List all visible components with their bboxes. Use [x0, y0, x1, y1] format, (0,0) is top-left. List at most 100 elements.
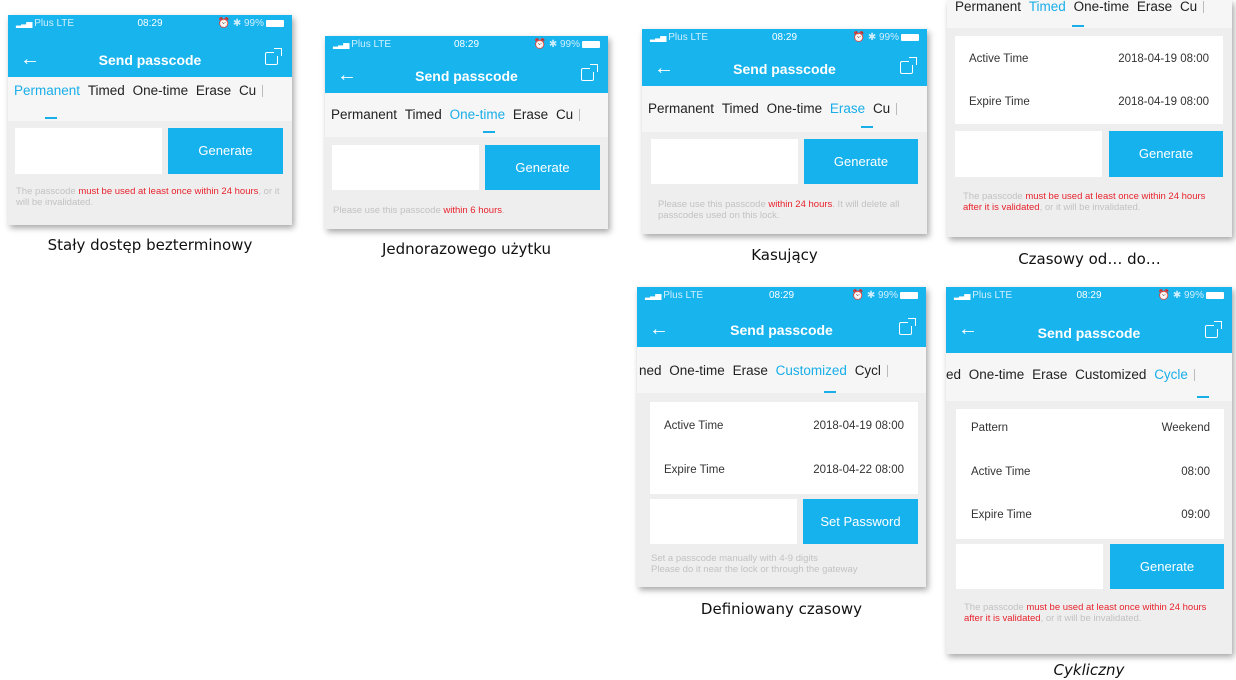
- nav-bar: ← Send passcode: [637, 313, 926, 347]
- generate-button[interactable]: Generate: [1109, 131, 1223, 177]
- caption-permanent: Stały dostęp bezterminowy: [47, 236, 253, 254]
- app-header: ▂▃▅ Plus LTE 08:29 ⏰ ✱ 99% ← Send passco…: [642, 29, 927, 86]
- tab-cycle[interactable]: Cycle: [1154, 353, 1188, 397]
- expire-time-value: 2018-04-19 08:00: [1118, 96, 1209, 108]
- tab-onetime[interactable]: One-time: [450, 93, 506, 137]
- tab-strip: ned One-time Erase Customized Cycl: [637, 347, 926, 393]
- tab-permanent[interactable]: Permanent: [331, 93, 397, 137]
- generate-button[interactable]: Generate: [1110, 544, 1224, 589]
- pattern-value: Weekend: [1161, 422, 1210, 434]
- tab-timed[interactable]: Timed: [88, 77, 125, 105]
- hint-part: , or it will be invalidated.: [1040, 613, 1142, 624]
- passcode-field[interactable]: [650, 499, 797, 544]
- tab-erase[interactable]: Erase: [196, 77, 231, 105]
- tab-timed[interactable]: Timed: [722, 86, 759, 132]
- generate-button[interactable]: Generate: [168, 128, 283, 174]
- status-bar: ▂▃▅ Plus LTE 08:29 ⏰ ✱ 99%: [642, 29, 927, 46]
- active-time-value: 08:00: [1181, 466, 1210, 478]
- hint-warning: within 24 hours: [768, 199, 833, 210]
- expire-time-label: Expire Time: [664, 464, 725, 476]
- app-header: ▂▃▅ Plus LTE 08:29 ⏰ ✱ 99% ← Send passco…: [637, 287, 926, 347]
- share-icon[interactable]: [900, 57, 917, 74]
- page-title: Send passcode: [1037, 325, 1141, 341]
- tab-divider: [886, 365, 888, 378]
- tab-onetime[interactable]: One-time: [133, 77, 189, 105]
- share-icon[interactable]: [265, 48, 282, 65]
- tab-cu[interactable]: Cu: [239, 77, 256, 105]
- tab-onetime[interactable]: One-time: [969, 353, 1025, 397]
- tab-timed[interactable]: ed: [946, 353, 961, 397]
- passcode-field[interactable]: [956, 544, 1103, 589]
- tab-divider: [1203, 1, 1205, 14]
- hint-part: The passcode: [964, 602, 1027, 613]
- hint-part: , or it will be invalidated.: [1039, 202, 1141, 213]
- nav-bar: ← Send passcode: [325, 59, 608, 93]
- expire-time-label: Expire Time: [969, 96, 1030, 108]
- screenshot-customized: ▂▃▅ Plus LTE 08:29 ⏰ ✱ 99% ← Send passco…: [637, 287, 926, 587]
- app-header: ▂▃▅ Plus LTE 08:29 ⏰ ✱ 99% ← Send passco…: [8, 15, 292, 77]
- tab-erase[interactable]: Erase: [733, 347, 768, 395]
- set-password-button[interactable]: Set Password: [803, 499, 918, 544]
- caption-cycle: Cykliczny: [1053, 661, 1125, 679]
- active-time-value: 2018-04-19 08:00: [813, 420, 904, 432]
- tab-erase[interactable]: Erase: [1137, 0, 1172, 14]
- tab-indicator: [824, 391, 836, 393]
- passcode-field[interactable]: [651, 139, 798, 184]
- passcode-field[interactable]: [15, 128, 162, 174]
- share-icon[interactable]: [581, 64, 598, 81]
- passcode-field[interactable]: [332, 145, 479, 190]
- caption-onetime: Jednorazowego użytku: [381, 240, 552, 258]
- tab-cu[interactable]: Cu: [556, 93, 573, 137]
- alarm-icon: ⏰: [852, 32, 866, 43]
- hint-line: Please do it near the lock or through th…: [651, 564, 858, 575]
- tab-customized[interactable]: Customized: [776, 347, 847, 395]
- hint-part: Please use this passcode: [658, 199, 769, 210]
- tab-timed[interactable]: Timed: [405, 93, 442, 137]
- expire-time-label: Expire Time: [971, 509, 1032, 521]
- caption-timed: Czasowy od… do…: [1018, 250, 1161, 268]
- generate-button[interactable]: Generate: [485, 145, 600, 190]
- page-title: Send passcode: [733, 61, 836, 77]
- tab-erase[interactable]: Erase: [830, 86, 865, 132]
- hint-text: Set a passcode manually with 4-9 digits …: [651, 553, 921, 575]
- share-icon[interactable]: [1205, 321, 1222, 338]
- nav-bar: ← Send passcode: [8, 43, 292, 77]
- tab-strip: Permanent Timed One-time Erase Cu: [947, 0, 1232, 28]
- tab-cu[interactable]: Cu: [1180, 0, 1197, 14]
- tab-permanent[interactable]: Permanent: [14, 77, 80, 105]
- tab-strip: Permanent Timed One-time Erase Cu: [642, 86, 927, 132]
- app-header: ▂▃▅ Plus LTE 08:29 ⏰ ✱ 99% ← Send passco…: [946, 287, 1232, 353]
- battery-icon: [1206, 291, 1224, 299]
- tab-customized[interactable]: Customized: [1075, 353, 1146, 397]
- tab-erase[interactable]: Erase: [1032, 353, 1067, 397]
- tab-onetime[interactable]: One-time: [669, 347, 725, 395]
- tab-onetime[interactable]: One-time: [767, 86, 823, 132]
- share-icon[interactable]: [899, 318, 916, 335]
- tab-permanent[interactable]: Permanent: [955, 0, 1021, 14]
- generate-button[interactable]: Generate: [804, 139, 918, 184]
- tab-permanent[interactable]: Permanent: [648, 86, 714, 132]
- tab-permanent[interactable]: ned: [639, 347, 662, 395]
- time-settings-card: Active Time 2018-04-19 08:00 Expire Time…: [650, 402, 918, 494]
- active-time-value: 2018-04-19 08:00: [1118, 53, 1209, 65]
- active-time-label: Active Time: [664, 420, 724, 432]
- tab-cycle[interactable]: Cycl: [855, 347, 881, 395]
- tab-timed[interactable]: Timed: [1029, 0, 1066, 14]
- tab-onetime[interactable]: One-time: [1074, 0, 1130, 14]
- bluetooth-icon: ✱: [232, 18, 242, 29]
- status-bar: ▂▃▅ Plus LTE 08:29 ⏰ ✱ 99%: [8, 15, 292, 32]
- battery-icon: [582, 40, 600, 48]
- page-title: Send passcode: [730, 322, 833, 338]
- tab-cu[interactable]: Cu: [873, 86, 890, 132]
- hint-text: Please use this passcode within 6 hours.: [333, 205, 603, 216]
- passcode-field[interactable]: [955, 131, 1102, 177]
- battery-percent: 99%: [243, 18, 264, 29]
- alarm-icon: ⏰: [1157, 290, 1171, 301]
- battery-percent: 99%: [877, 290, 898, 301]
- screenshot-onetime: ▂▃▅ Plus LTE 08:29 ⏰ ✱ 99% ← Send passco…: [325, 36, 608, 229]
- bluetooth-icon: ✱: [867, 32, 877, 43]
- status-bar: ▂▃▅ Plus LTE 08:29 ⏰ ✱ 99%: [637, 287, 926, 304]
- time-settings-card: Active Time 2018-04-19 08:00 Expire Time…: [955, 36, 1223, 124]
- tab-divider: [1193, 369, 1195, 382]
- tab-erase[interactable]: Erase: [513, 93, 548, 137]
